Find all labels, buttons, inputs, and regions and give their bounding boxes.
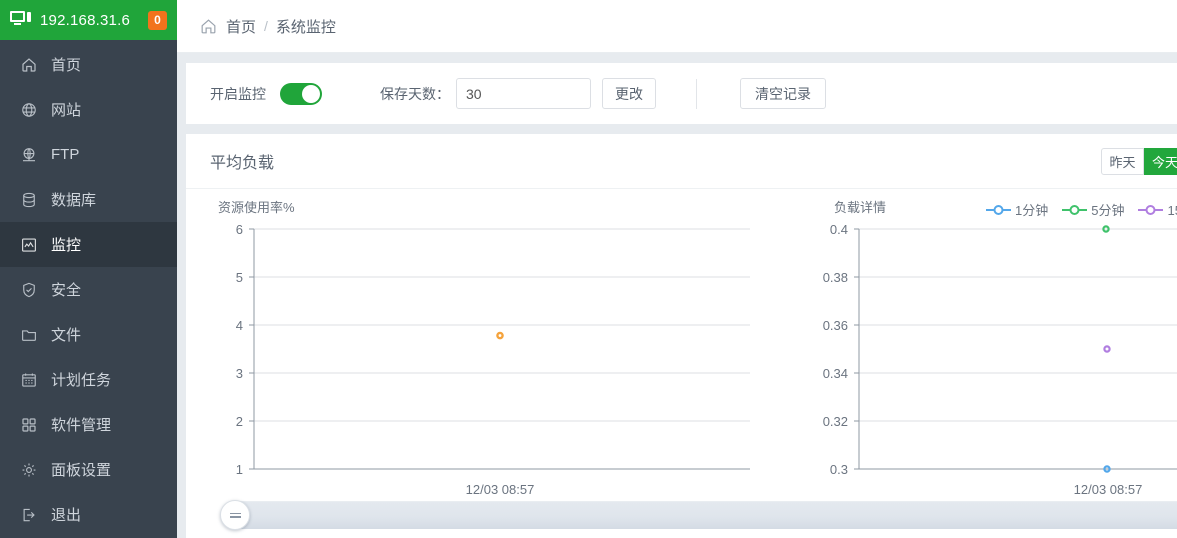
sidebar-item-logout[interactable]: 退出 [0, 492, 177, 537]
breadcrumb-separator: / [264, 18, 268, 34]
change-button[interactable]: 更改 [602, 78, 656, 109]
x-tick-label: 12/03 08:57 [1074, 482, 1143, 497]
y-tick-label: 0.4 [830, 222, 848, 237]
home-icon[interactable] [199, 17, 218, 36]
retention-days-label: 保存天数： [380, 85, 450, 102]
drag-handle-icon[interactable] [220, 500, 250, 530]
notification-badge[interactable]: 0 [148, 10, 167, 30]
page-title: 平均负载 [210, 155, 275, 172]
grid-icon [20, 416, 38, 434]
folder-icon [20, 326, 38, 344]
y-tick-label: 4 [236, 318, 243, 333]
sidebar-item-label: 数据库 [51, 192, 97, 209]
sidebar-item-label: 软件管理 [51, 417, 112, 434]
charts-svg: 资源使用率% 6 5 4 3 2 1 12/03 08:57 负载详情 0.4 … [218, 200, 1177, 497]
sidebar-item-label: 监控 [51, 237, 82, 254]
monitor-toggle-label: 开启监控 [210, 85, 266, 102]
main-content: 首页 / 系统监控 开启监控 保存天数： 更改 清空记录 平均负载 昨天 今天 [177, 0, 1177, 538]
sidebar-item-monitor[interactable]: 监控 [0, 222, 177, 267]
data-point[interactable] [1103, 345, 1111, 353]
data-zoom-slider[interactable] [220, 500, 1177, 530]
y-tick-label: 0.36 [823, 318, 848, 333]
range-toggle-group: 昨天 今天 [1101, 147, 1177, 175]
sidebar-item-label: 首页 [51, 57, 82, 74]
monitor-toolbar: 开启监控 保存天数： 更改 清空记录 [186, 63, 1177, 124]
handle-bars [229, 511, 241, 520]
shield-icon [20, 281, 38, 299]
breadcrumb-current: 系统监控 [275, 18, 336, 36]
sidebar-item-label: 网站 [51, 102, 82, 119]
database-icon [20, 191, 38, 209]
breadcrumb: 首页 / 系统监控 [177, 0, 1177, 53]
sidebar-item-cron[interactable]: 计划任务 [0, 357, 177, 402]
gear-icon [20, 461, 38, 479]
server-ip: 192.168.31.6 [40, 11, 130, 29]
chart-axis-title: 负载详情 [834, 200, 886, 215]
y-tick-label: 0.32 [823, 414, 848, 429]
range-today-button[interactable]: 今天 [1144, 147, 1177, 175]
calendar-icon [20, 371, 38, 389]
chart-axis-title: 资源使用率% [218, 200, 295, 215]
sidebar-item-label: FTP [51, 146, 80, 163]
y-tick-label: 0.34 [823, 366, 848, 381]
sidebar-item-security[interactable]: 安全 [0, 267, 177, 312]
x-tick-label: 12/03 08:57 [466, 482, 535, 497]
clear-records-button[interactable]: 清空记录 [740, 78, 826, 109]
load-detail-chart: 负载详情 0.4 0.38 0.36 0.34 0.32 0.3 12/03 0… [823, 200, 1177, 497]
chart-panel-header: 平均负载 昨天 今天 [186, 134, 1177, 189]
sidebar-item-label: 安全 [51, 282, 82, 299]
sidebar-item-label: 退出 [51, 507, 82, 524]
sidebar-item-files[interactable]: 文件 [0, 312, 177, 357]
sidebar-item-database[interactable]: 数据库 [0, 177, 177, 222]
sidebar-item-software[interactable]: 软件管理 [0, 402, 177, 447]
breadcrumb-home-link[interactable]: 首页 [226, 16, 256, 37]
sidebar-item-home[interactable]: 首页 [0, 42, 177, 87]
data-point[interactable] [496, 331, 504, 340]
sidebar-item-label: 文件 [51, 327, 82, 344]
logout-icon [20, 506, 38, 524]
toolbar-divider [696, 78, 697, 109]
average-load-panel: 平均负载 昨天 今天 1分钟 5分钟 1 资源使用率% 6 5 4 3 2 1 … [186, 134, 1177, 538]
retention-days-input[interactable] [456, 78, 591, 109]
sidebar: 192.168.31.6 0 首页 网站 FTP 数据库 监控 安全 文件 计划… [0, 0, 177, 538]
sidebar-item-panel-settings[interactable]: 面板设置 [0, 447, 177, 492]
app-root: 192.168.31.6 0 首页 网站 FTP 数据库 监控 安全 文件 计划… [0, 0, 1177, 538]
toggle-knob [302, 84, 320, 103]
home-icon [20, 56, 38, 74]
sidebar-item-ftp[interactable]: FTP [0, 132, 177, 177]
monitor-toggle-switch[interactable] [280, 82, 322, 105]
resource-usage-chart: 资源使用率% 6 5 4 3 2 1 12/03 08:57 [218, 200, 750, 497]
y-tick-label: 5 [236, 270, 243, 285]
y-tick-label: 0.38 [823, 270, 848, 285]
y-tick-label: 1 [236, 462, 243, 477]
ftp-icon [20, 146, 38, 164]
sidebar-brand[interactable]: 192.168.31.6 0 [0, 0, 177, 40]
monitor-icon [10, 11, 32, 29]
sidebar-item-label: 面板设置 [51, 462, 112, 479]
y-tick-label: 0.3 [830, 462, 848, 477]
sidebar-item-website[interactable]: 网站 [0, 87, 177, 132]
y-tick-label: 3 [236, 366, 243, 381]
charts-area: 1分钟 5分钟 15分钟 [186, 189, 1177, 538]
y-tick-label: 6 [236, 222, 243, 237]
sidebar-nav: 首页 网站 FTP 数据库 监控 安全 文件 计划任务 软件管理 面板设置 退出 [0, 40, 177, 537]
range-yesterday-button[interactable]: 昨天 [1101, 147, 1144, 175]
globe-icon [20, 101, 38, 119]
monitor-chart-icon [20, 236, 38, 254]
sidebar-item-label: 计划任务 [51, 372, 112, 389]
y-tick-label: 2 [236, 414, 243, 429]
